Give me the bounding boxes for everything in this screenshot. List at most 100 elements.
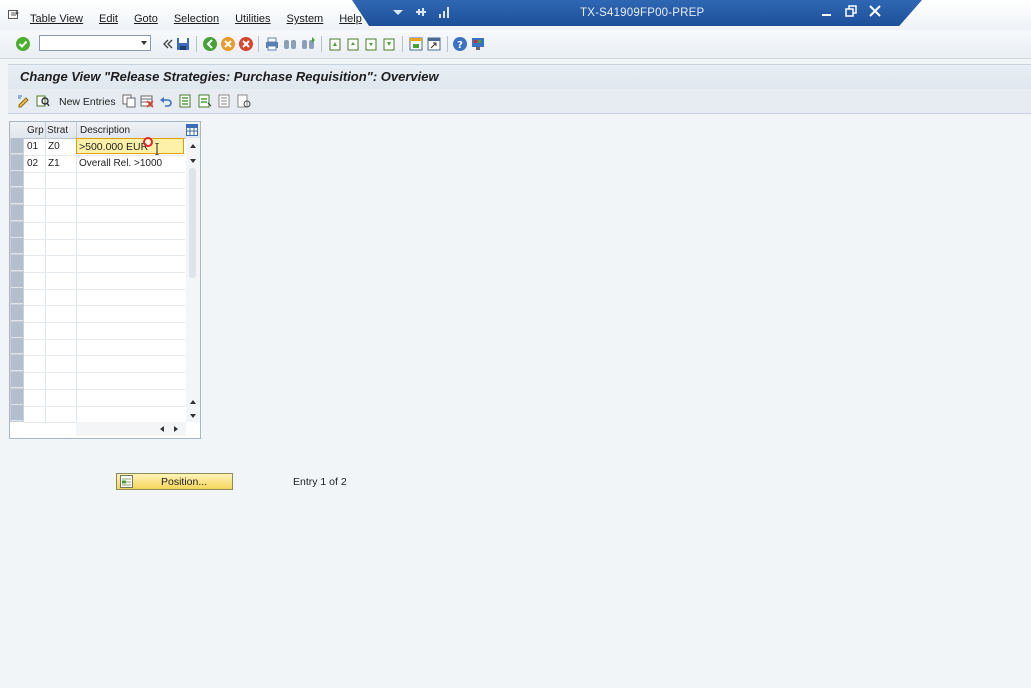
create-session-icon[interactable] [408,36,424,52]
row-selector[interactable] [11,338,23,354]
row-selector[interactable] [11,288,23,304]
column-header-strat[interactable]: Strat [47,125,68,136]
toolbar-separator [402,36,403,52]
row-selector[interactable] [11,222,23,238]
table-row [24,188,185,206]
scroll-down-icon[interactable] [190,414,196,418]
row-selector[interactable] [11,372,23,388]
toolbar-separator [258,36,259,52]
scroll-left-icon[interactable] [160,426,164,432]
menu-selection[interactable]: Selection [174,13,219,25]
row-selector[interactable] [11,155,23,171]
find-next-icon[interactable] [300,36,316,52]
customize-layout-icon[interactable] [470,36,486,52]
menu-edit[interactable]: Edit [99,13,118,25]
deselect-all-icon[interactable] [218,94,232,108]
position-button[interactable]: Position... [116,473,233,490]
row-selector[interactable] [11,322,23,338]
table-settings-icon[interactable] [186,124,198,136]
collapse-arrow-icon[interactable] [159,36,175,52]
toolbar-separator [321,36,322,52]
column-header-description[interactable]: Description [80,125,130,136]
row-selector[interactable] [11,389,23,405]
row-selector-column [10,138,24,422]
table-row [24,171,185,189]
select-block-icon[interactable] [198,94,212,108]
table-row [24,355,185,373]
row-selector[interactable] [11,355,23,371]
print-icon[interactable] [264,36,280,52]
column-header-grp[interactable]: Grp [27,125,44,136]
column-divider [45,122,46,138]
row-selector[interactable] [11,272,23,288]
enter-check-icon[interactable] [15,36,31,52]
select-all-icon[interactable] [179,94,193,108]
cancel-icon[interactable] [238,36,254,52]
row-selector[interactable] [11,205,23,221]
window-title-bar: TX-S41909FP00-PREP [352,0,922,26]
page-up-icon[interactable] [190,400,196,404]
cell-strat: Z1 [48,158,60,169]
row-selector[interactable] [11,305,23,321]
minimize-icon[interactable] [820,4,834,18]
chevron-down-icon[interactable] [141,41,147,45]
first-page-icon[interactable] [327,36,343,52]
find-icon[interactable] [282,36,298,52]
cell-grp: 01 [27,141,39,152]
table-row [24,372,185,390]
cell-description[interactable]: Overall Rel. >1000 [79,158,162,169]
horizontal-scrollbar[interactable] [76,422,186,436]
command-field[interactable] [39,35,151,51]
scrollbar-thumb[interactable] [189,168,196,278]
release-strategies-table: Grp Strat Description 01 Z0 02 Z1 Overall Re… [9,121,201,439]
back-icon[interactable] [202,36,218,52]
new-entries-button[interactable]: New Entries [59,96,116,108]
table-row [24,338,185,356]
dropdown-arrow-icon[interactable] [392,5,404,19]
menu-utilities[interactable]: Utilities [235,13,270,25]
row-selector[interactable] [11,405,23,421]
menu-goto[interactable]: Goto [134,13,158,25]
shortcut-icon[interactable] [426,36,442,52]
entry-counter: Entry 1 of 2 [293,476,347,488]
row-selector[interactable] [11,255,23,271]
pin-icon[interactable] [414,5,428,19]
scroll-up-icon[interactable] [190,144,196,148]
table-row [24,405,185,423]
help-icon[interactable]: ? [452,36,468,52]
where-used-icon[interactable] [36,94,50,108]
toolbar-separator [447,36,448,52]
vertical-scrollbar[interactable] [186,138,200,422]
description-edit-field[interactable]: >500.000 EUR [76,138,184,154]
window-title: TX-S41909FP00-PREP [580,7,705,19]
application-toolbar: New Entries [8,89,1031,114]
print-field-list-icon[interactable] [237,94,251,108]
row-selector[interactable] [11,188,23,204]
row-selector[interactable] [11,238,23,254]
table-header: Grp Strat Description [10,122,200,139]
delete-icon[interactable] [140,94,154,108]
app-menu-icon[interactable] [8,10,20,20]
exit-icon[interactable] [220,36,236,52]
copy-as-icon[interactable] [122,94,136,108]
next-page-icon[interactable] [363,36,379,52]
last-page-icon[interactable] [381,36,397,52]
display-change-icon[interactable] [17,94,31,108]
close-icon[interactable] [868,4,882,18]
position-icon [120,475,133,488]
scroll-right-icon[interactable] [174,426,178,432]
undo-change-icon[interactable] [159,94,173,108]
page-down-icon[interactable] [190,159,196,163]
previous-page-icon[interactable] [345,36,361,52]
row-selector[interactable] [11,171,23,187]
save-icon[interactable] [175,36,191,52]
table-row [24,288,185,306]
row-selector[interactable] [11,138,23,154]
svg-text:?: ? [457,40,463,51]
menu-help[interactable]: Help [339,13,362,25]
table-row [24,238,185,256]
menu-bar: Table View Edit Goto Selection Utilities… [0,0,1031,30]
menu-system[interactable]: System [287,13,324,25]
menu-table-view[interactable]: Table View [30,13,83,25]
restore-icon[interactable] [844,4,858,18]
